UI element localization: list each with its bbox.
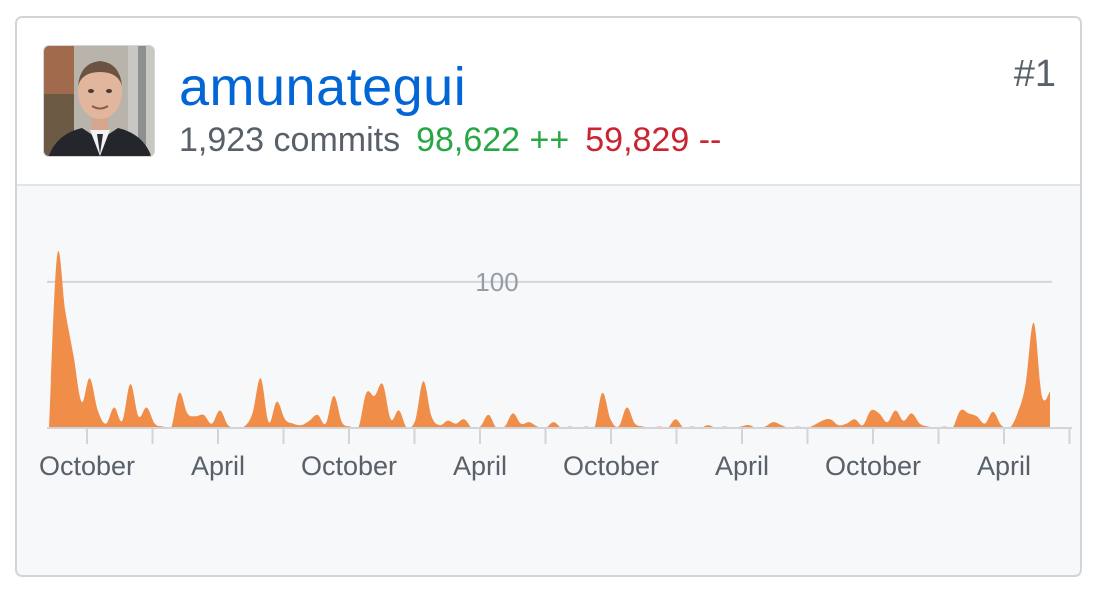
additions-count: 98,622 ++ — [416, 121, 570, 159]
deletions-count: 59,829 -- — [585, 121, 722, 159]
rank-badge: #1 — [1013, 53, 1056, 95]
commit-activity-svg: 100 October April October April October April… — [39, 251, 1072, 481]
x-tick-label: April — [715, 451, 769, 481]
commit-count[interactable]: 1,923 commits — [179, 121, 400, 159]
contributor-header: amunategui 1,923 commits 98,622 ++ 59,829 … — [17, 18, 1080, 186]
username-link[interactable]: amunategui — [179, 56, 466, 118]
x-tick-label: April — [977, 451, 1031, 481]
avatar[interactable] — [43, 45, 155, 157]
commits-area — [49, 251, 1050, 428]
x-tick-label: October — [563, 451, 659, 481]
x-tick-label: October — [39, 451, 135, 481]
contributor-card: amunategui 1,923 commits 98,622 ++ 59,829 … — [15, 16, 1082, 577]
x-tick-label: October — [301, 451, 397, 481]
x-tick-label: April — [453, 451, 507, 481]
x-tick-label: October — [825, 451, 921, 481]
avatar-image — [44, 46, 154, 156]
commit-activity-chart: 100 October April October April October April… — [17, 186, 1080, 575]
y-tick-label: 100 — [475, 267, 518, 297]
contribution-stats: 1,923 commits 98,622 ++ 59,829 -- — [179, 118, 721, 162]
x-tick-label: April — [191, 451, 245, 481]
